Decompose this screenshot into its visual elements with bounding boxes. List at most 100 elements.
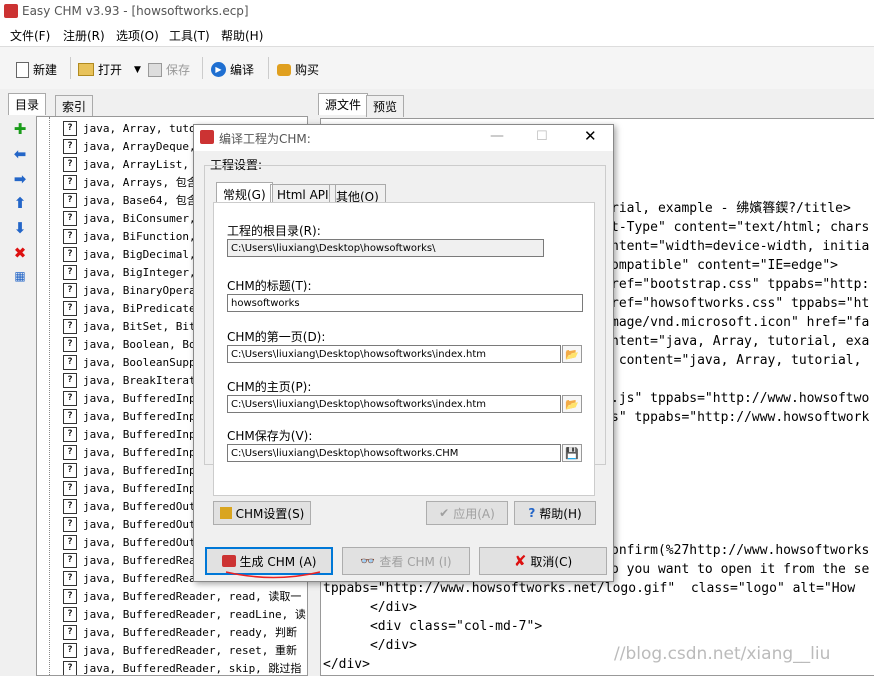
tree-item-label: java, BufferedInput	[83, 445, 209, 459]
tree-item[interactable]: ? java, BufferedInput	[37, 461, 209, 479]
home-page-field[interactable]: C:\Users\liuxiang\Desktop\howsoftworks\i…	[227, 395, 561, 413]
tree-item[interactable]: ? java, BiFunction, 表	[37, 227, 213, 245]
code-line: mage/vnd.microsoft.icon" href="fa	[611, 315, 870, 330]
tree-item[interactable]: ? java, Base64, 包含用	[37, 191, 209, 209]
tab-index[interactable]: 索引	[55, 95, 94, 117]
tree-item[interactable]: ? java, ArrayList, 实	[37, 155, 207, 173]
first-page-field[interactable]: C:\Users\liuxiang\Desktop\howsoftworks\i…	[227, 345, 561, 363]
dialog-title: 编译工程为CHM:	[219, 132, 311, 146]
tree-item[interactable]: ? java, BiPredicate,	[37, 299, 202, 317]
help-page-icon: ?	[63, 354, 77, 370]
help-page-icon: ?	[63, 282, 77, 298]
tree-item[interactable]: ? java, BinaryOperato	[37, 281, 209, 299]
cancel-button[interactable]: ✘ 取消(C)	[479, 547, 607, 575]
tree-item[interactable]: ? java, BigInteger, B	[37, 263, 209, 281]
save-button[interactable]: 保存	[148, 61, 190, 78]
view-label: 查看 CHM (I)	[379, 554, 452, 569]
tree-item[interactable]: ? java, BiConsumer, 表	[37, 209, 213, 227]
new-button[interactable]: 新建	[16, 61, 57, 78]
cart-icon	[277, 63, 291, 76]
help-page-icon: ?	[63, 498, 77, 514]
tree-item-label: java, BitSet, BitSe	[83, 319, 209, 333]
floppy-save-icon[interactable]: 💾	[562, 444, 582, 462]
help-button[interactable]: ? 帮助(H)	[514, 501, 596, 525]
tree-item[interactable]: ? java, Arrays, 包含排	[37, 173, 209, 191]
chm-settings-button[interactable]: CHM设置(S)	[213, 501, 311, 525]
browse-folder-icon[interactable]: 📂	[562, 345, 582, 363]
tree-item[interactable]: ? java, BufferedOutpu	[37, 533, 209, 551]
add-icon[interactable]: ✚	[12, 120, 28, 138]
code-line: <div class="col-md-7">	[323, 619, 543, 634]
tree-item-label: java, Arrays, 包含排	[83, 176, 209, 189]
tab-preview[interactable]: 预览	[366, 95, 405, 117]
menu-help[interactable]: 帮助(H)	[221, 27, 263, 44]
tab-contents[interactable]: 目录	[8, 93, 47, 115]
help-page-icon: ?	[63, 480, 77, 496]
properties-icon[interactable]: ▦	[12, 269, 28, 283]
tree-item-label: java, BufferedReader, read, 读取一	[83, 590, 302, 603]
root-label: 工程的根目录(R):	[227, 224, 321, 238]
tree-item[interactable]: ? java, BufferedReader, reset, 重新	[37, 641, 297, 659]
tree-item[interactable]: ? java, BitSet, BitSe	[37, 317, 209, 335]
code-line: ref="bootstrap.css" tppabs="http:	[611, 277, 870, 292]
tree-item-label: java, ArrayList, 实	[83, 158, 207, 171]
tree-item[interactable]: ? java, BufferedInput	[37, 407, 209, 425]
tree-item[interactable]: ? java, BufferedOutpu	[37, 515, 209, 533]
tree-item[interactable]: ? java, BufferedReade	[37, 551, 209, 569]
root-field[interactable]: C:\Users\liuxiang\Desktop\howsoftworks\	[227, 239, 544, 257]
tree-item[interactable]: ? java, BufferedReader, read, 读取一	[37, 587, 301, 605]
tree-item[interactable]: ? java, BufferedInput	[37, 479, 209, 497]
tree-item[interactable]: ? java, BufferedReader, readLine, 读	[37, 605, 306, 623]
view-chm-button[interactable]: 👓 查看 CHM (I)	[342, 547, 470, 575]
title-label: CHM的标题(T):	[227, 279, 312, 293]
menu-file[interactable]: 文件(F)	[10, 27, 50, 44]
menu-register[interactable]: 注册(R)	[63, 27, 105, 44]
arrow-down-icon[interactable]: ⬇	[12, 219, 28, 237]
save-as-field[interactable]: C:\Users\liuxiang\Desktop\howsoftworks.C…	[227, 444, 561, 462]
help-page-icon: ?	[63, 426, 77, 442]
tab-source[interactable]: 源文件	[318, 93, 369, 115]
menu-options[interactable]: 选项(O)	[116, 27, 159, 44]
open-label: 打开	[98, 63, 123, 77]
title-bar: Easy CHM v3.93 - [howsoftworks.ecp]	[0, 0, 874, 24]
arrow-up-icon[interactable]: ⬆	[12, 194, 28, 212]
help-page-icon: ?	[63, 138, 77, 154]
tree-item[interactable]: ? java, ArrayDeque, 双	[37, 137, 213, 155]
menu-tools[interactable]: 工具(T)	[169, 27, 210, 44]
tree-item[interactable]: ? java, BigDecimal, B	[37, 245, 209, 263]
close-icon[interactable]: ✕	[584, 127, 597, 145]
tree-item[interactable]: ? java, BufferedReader, skip, 跳过指	[37, 659, 301, 675]
tree-item[interactable]: ? java, BufferedReade	[37, 569, 209, 587]
help-page-icon: ?	[63, 642, 77, 658]
tree-item-label: java, BufferedInput	[83, 481, 209, 495]
tree-item[interactable]: ? java, BufferedReader, ready, 判断	[37, 623, 297, 641]
tree-item-label: java, BufferedInput	[83, 409, 209, 423]
apply-button[interactable]: ✔ 应用(A)	[426, 501, 508, 525]
delete-icon[interactable]: ✖	[12, 244, 28, 262]
tree-item[interactable]: ? java, BufferedInput	[37, 425, 209, 443]
help-page-icon: ?	[63, 624, 77, 640]
code-line: t-Type" content="text/html; chars	[611, 220, 870, 235]
arrow-left-icon[interactable]: ⬅	[12, 145, 28, 163]
help-page-icon: ?	[63, 660, 77, 675]
buy-button[interactable]: 购买	[277, 61, 319, 78]
maximize-icon[interactable]: ☐	[536, 129, 548, 144]
compile-button[interactable]: ▶ 编译	[211, 61, 254, 78]
browse-folder-icon[interactable]: 📂	[562, 395, 582, 413]
tree-item[interactable]: ? java, BreakIterator	[37, 371, 209, 389]
tree-item[interactable]: ? java, BufferedOutpu	[37, 497, 209, 515]
tree-item-label: java, BufferedInput	[83, 427, 209, 441]
tree-item[interactable]: ? java, BooleanSuppli	[37, 353, 209, 371]
window-title: Easy CHM v3.93 - [howsoftworks.ecp]	[22, 4, 249, 18]
help-page-icon: ?	[63, 246, 77, 262]
arrow-right-icon[interactable]: ➡	[12, 170, 28, 188]
minimize-icon[interactable]: —	[490, 128, 504, 144]
title-field[interactable]: howsoftworks	[227, 294, 583, 312]
tree-item[interactable]: ? java, BufferedInput	[37, 389, 209, 407]
app-icon	[200, 130, 214, 144]
chevron-down-icon[interactable]: ▼	[134, 65, 141, 75]
help-page-icon: ?	[63, 606, 77, 622]
tree-item[interactable]: ? java, BufferedInput	[37, 443, 209, 461]
tree-item[interactable]: ? java, Boolean, Bool	[37, 335, 209, 353]
open-button[interactable]: 打开 ▼	[78, 61, 141, 78]
